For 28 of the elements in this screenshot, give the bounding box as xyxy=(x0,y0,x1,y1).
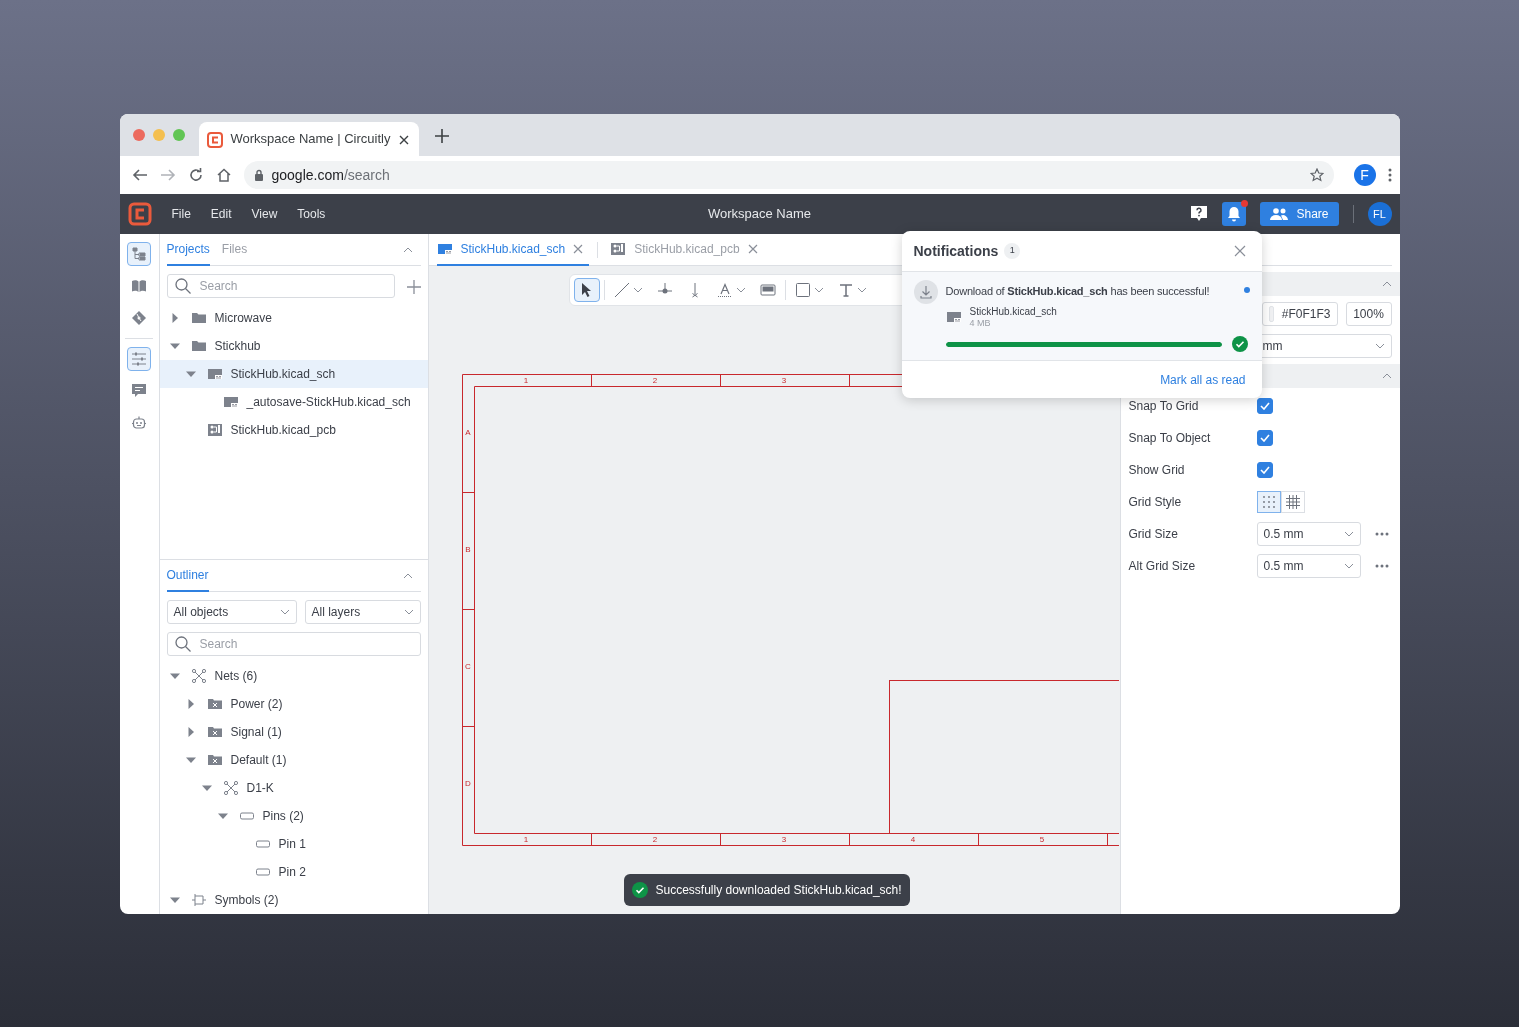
sheet-column-label: 3 xyxy=(781,376,786,385)
notification-message: Download of StickHub.kicad_sch has been successful! xyxy=(945,284,1211,299)
file-name: StickHub.kicad_sch xyxy=(969,305,1057,318)
setting-label: Show Grid xyxy=(1128,462,1186,479)
sheet-column-label: 1 xyxy=(523,376,528,385)
sheet-column-label: 4 xyxy=(910,835,915,844)
sheet-column-label: 1 xyxy=(523,835,528,844)
sheet-row-label: C xyxy=(464,662,471,671)
popup-title: Notifications xyxy=(913,241,999,261)
setting-label: Grid Size xyxy=(1128,526,1179,543)
setting-label: Grid Style xyxy=(1128,494,1183,511)
download-toast: Successfully downloaded StickHub.kicad_sch! xyxy=(623,874,910,906)
sheet-column-label: 2 xyxy=(652,376,657,385)
count-badge: 1 xyxy=(1004,243,1021,259)
sheet-column-label: 3 xyxy=(781,835,786,844)
sheet-column-label: 5 xyxy=(1039,835,1044,844)
sheet-row-label: B xyxy=(464,545,471,554)
workspace-name: Workspace Name xyxy=(707,205,812,224)
url-text: google.com/search xyxy=(271,165,390,185)
sheet-row-label: A xyxy=(464,428,471,437)
setting-label: Snap To Object xyxy=(1128,430,1212,447)
sheet-row-label: D xyxy=(464,779,471,788)
panel-title: Outliner xyxy=(166,560,209,592)
sheet-column-label: 2 xyxy=(652,835,657,844)
file-size: 4 MB xyxy=(969,317,992,329)
tab-title: Workspace Name | Circuitly xyxy=(230,131,391,147)
setting-label: Snap To Grid xyxy=(1128,398,1200,415)
setting-label: Alt Grid Size xyxy=(1128,558,1197,575)
